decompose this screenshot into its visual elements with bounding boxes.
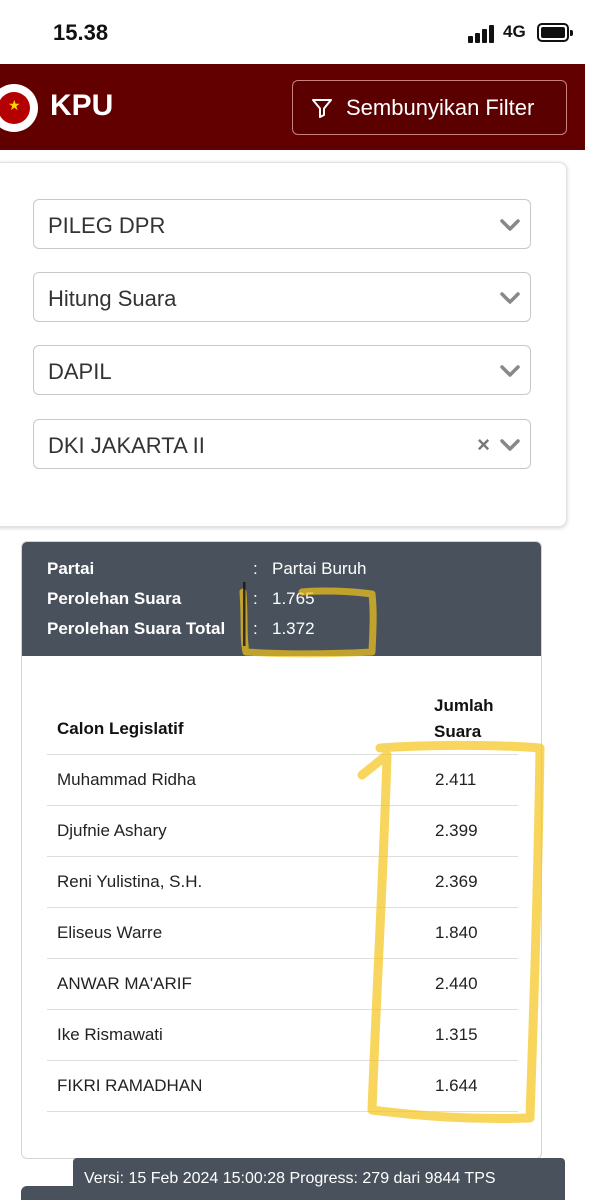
- kpu-logo-icon: ★: [0, 84, 38, 132]
- app-header: ★ KPU Sembunyikan Filter: [0, 64, 585, 150]
- summary-separator: :: [253, 559, 258, 578]
- summary-label: Perolehan Suara: [47, 589, 182, 608]
- table-row: ANWAR MA'ARIF 2.440: [47, 958, 518, 1009]
- column-header-votes: Jumlah Suara: [434, 693, 524, 745]
- candidate-votes: 1.644: [435, 1076, 478, 1095]
- table-row: Reni Yulistina, S.H. 2.369: [47, 856, 518, 907]
- table-bottom-border: [47, 1111, 518, 1112]
- version-bar: Versi: 15 Feb 2024 15:00:28 Progress: 27…: [73, 1158, 565, 1200]
- region-level-select[interactable]: DAPIL: [33, 345, 531, 395]
- region-level-value: DAPIL: [48, 359, 112, 384]
- version-text: Versi: 15 Feb 2024 15:00:28 Progress: 27…: [84, 1170, 496, 1187]
- summary-separator: :: [253, 589, 258, 608]
- column-header-votes-line1: Jumlah: [434, 696, 494, 715]
- candidate-votes: 2.440: [435, 974, 478, 993]
- brand-title: KPU: [50, 89, 114, 122]
- summary-label: Perolehan Suara Total: [47, 619, 226, 638]
- count-type-select[interactable]: Hitung Suara: [33, 272, 531, 322]
- election-type-select[interactable]: PILEG DPR: [33, 199, 531, 249]
- table-row: Eliseus Warre 1.840: [47, 907, 518, 958]
- chevron-down-icon: [500, 292, 520, 304]
- count-type-value: Hitung Suara: [48, 286, 177, 311]
- summary-value: 1.765: [272, 589, 315, 608]
- candidate-name: ANWAR MA'ARIF: [57, 974, 192, 993]
- chevron-down-icon: [500, 365, 520, 377]
- table-row: Ike Rismawati 1.315: [47, 1009, 518, 1060]
- column-header-candidate: Calon Legislatif: [57, 719, 184, 738]
- candidate-votes: 2.411: [435, 770, 477, 789]
- table-row: Djufnie Ashary 2.399: [47, 805, 518, 856]
- clear-icon[interactable]: ×: [477, 434, 490, 456]
- column-header-votes-line2: Suara: [434, 722, 482, 741]
- election-type-value: PILEG DPR: [48, 213, 166, 238]
- status-time: 15.38: [53, 20, 109, 45]
- signal-icon: [468, 25, 496, 43]
- candidate-name: Reni Yulistina, S.H.: [57, 872, 203, 891]
- candidate-name: Eliseus Warre: [57, 923, 163, 942]
- summary-value: 1.372: [272, 619, 315, 638]
- next-card-edge: [21, 1186, 81, 1200]
- table-row: Muhammad Ridha 2.411: [47, 754, 518, 805]
- summary-label: Partai: [47, 559, 95, 578]
- filter-icon: [312, 98, 332, 118]
- dapil-value: DKI JAKARTA II: [48, 433, 205, 458]
- result-card: Partai : Partai Buruh Perolehan Suara : …: [21, 541, 542, 1159]
- status-bar: 15.38 4G: [0, 0, 607, 64]
- candidate-name: Ike Rismawati: [57, 1025, 163, 1044]
- candidate-votes: 2.399: [435, 821, 478, 840]
- filter-panel: PILEG DPR Hitung Suara DAPIL DKI JAKARTA…: [0, 162, 567, 527]
- chevron-down-icon: [500, 219, 520, 231]
- summary-value: Partai Buruh: [272, 559, 367, 578]
- dapil-select[interactable]: DKI JAKARTA II ×: [33, 419, 531, 469]
- hide-filter-label: Sembunyikan Filter: [346, 94, 535, 120]
- candidate-votes: 1.315: [435, 1025, 478, 1044]
- summary-separator: :: [253, 619, 258, 638]
- network-type: 4G: [503, 22, 526, 41]
- battery-icon: [537, 23, 573, 42]
- candidate-name: Muhammad Ridha: [57, 770, 196, 789]
- candidate-votes: 2.369: [435, 872, 478, 891]
- candidate-name: Djufnie Ashary: [57, 821, 167, 840]
- chevron-down-icon: [500, 439, 520, 451]
- hide-filter-button[interactable]: Sembunyikan Filter: [292, 80, 567, 135]
- candidate-votes: 1.840: [435, 923, 478, 942]
- table-row: FIKRI RAMADHAN 1.644: [47, 1060, 518, 1111]
- candidate-name: FIKRI RAMADHAN: [57, 1076, 203, 1095]
- summary-panel: Partai : Partai Buruh Perolehan Suara : …: [22, 542, 541, 656]
